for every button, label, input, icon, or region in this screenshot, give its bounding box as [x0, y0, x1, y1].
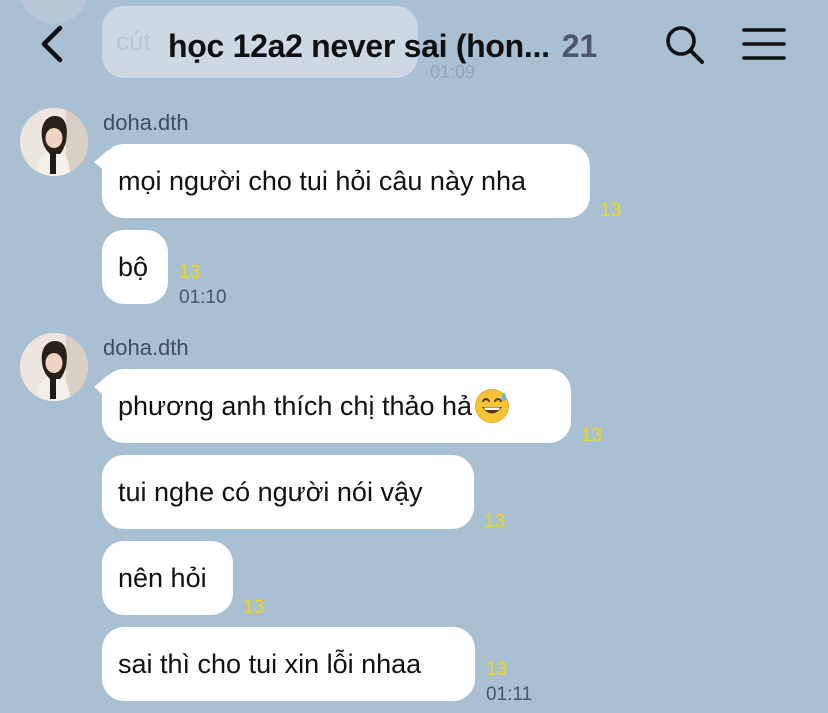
sender-name: doha.dth [103, 110, 189, 135]
menu-button[interactable] [738, 20, 790, 70]
read-count: 13 [179, 262, 201, 283]
read-count: 13 [600, 200, 622, 221]
avatar-photo [20, 108, 88, 176]
message-bubble[interactable]: nên hỏi [102, 541, 233, 615]
message-time: 01:10 [179, 287, 227, 308]
message-text: sai thì cho tui xin lỗi nhaa [118, 648, 422, 679]
read-count: 13 [486, 659, 508, 680]
hamburger-menu-icon [742, 28, 786, 60]
message-text: mọi người cho tui hỏi câu này nha [118, 165, 527, 196]
read-count: 13 [243, 597, 265, 618]
message-bubble[interactable]: bộ [102, 230, 168, 304]
message-text: bộ [118, 251, 149, 282]
sender-name: doha.dth [103, 335, 189, 360]
grinning-sweat-emoji [474, 388, 510, 424]
message-bubble[interactable]: mọi người cho tui hỏi câu này nha [102, 144, 590, 218]
member-count: 21 [561, 27, 598, 64]
read-count: 13 [581, 425, 603, 446]
message-bubble[interactable]: tui nghe có người nói vậy [102, 455, 474, 529]
read-count: 13 [484, 511, 506, 532]
avatar-photo [20, 333, 88, 401]
chevron-left-icon [41, 25, 63, 63]
sender-avatar[interactable] [20, 108, 88, 176]
message-text: tui nghe có người nói vậy [118, 476, 423, 507]
search-icon [666, 26, 704, 64]
back-button[interactable] [30, 14, 76, 74]
chat-title-area[interactable]: học 12a2 never sai (hon... 21 [168, 24, 597, 68]
message-bubble[interactable]: phương anh thích chị thảo hả [102, 369, 571, 443]
search-button[interactable] [660, 20, 710, 70]
chat-header: học 12a2 never sai (hon... 21 [0, 0, 828, 90]
message-time: 01:11 [486, 684, 533, 705]
message-text: phương anh thích chị thảo hả [118, 390, 473, 421]
chat-title: học 12a2 never sai (hon... [168, 27, 550, 64]
sender-avatar[interactable] [20, 333, 88, 401]
message-text: nên hỏi [118, 562, 207, 593]
message-bubble[interactable]: sai thì cho tui xin lỗi nhaa [102, 627, 475, 701]
